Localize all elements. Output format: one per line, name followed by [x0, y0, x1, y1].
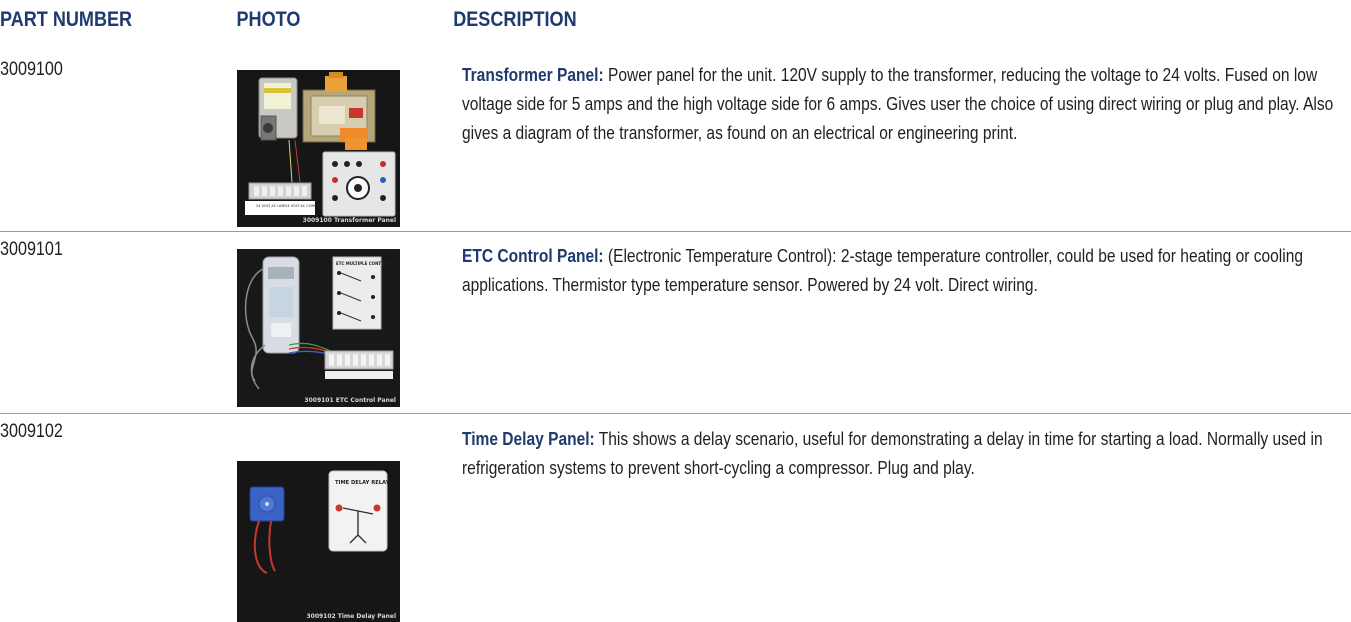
time-delay-panel-illustration: TIME DELAY RELAY	[237, 461, 400, 622]
product-description: Time Delay Panel: This shows a delay sce…	[462, 424, 1350, 482]
header-part-number: PART NUMBER	[0, 8, 133, 31]
photo-label-card: TIME DELAY RELAY	[335, 480, 390, 486]
product-photo-time-delay-panel: TIME DELAY RELAY 3009102 Time Delay Pane…	[237, 461, 400, 622]
table-row: 3009101 ETC MULTIPLE CONTROL 3009101 ETC…	[0, 232, 1351, 413]
part-number: 3009101	[0, 239, 63, 260]
product-description: ETC Control Panel: (Electronic Temperatu…	[462, 241, 1350, 299]
photo-label-card: ETC MULTIPLE CONTROL	[336, 261, 391, 266]
table-header: PART NUMBER PHOTO DESCRIPTION	[0, 8, 1162, 44]
header-photo: PHOTO	[236, 8, 301, 31]
photo-label-line: 24 VOLT AC LINE	[256, 204, 285, 208]
product-photo-etc-control-panel: ETC MULTIPLE CONTROL 3009101 ETC Control…	[237, 249, 400, 407]
photo-caption: 3009101 ETC Control Panel	[304, 397, 396, 404]
part-number: 3009102	[0, 421, 63, 442]
photo-caption: 3009100 Transformer Panel	[302, 217, 396, 224]
header-description: DESCRIPTION	[453, 8, 577, 31]
photo-caption: 3009102 Time Delay Panel	[306, 613, 396, 620]
photo-label-common: 24 VOLT AC COMMON	[285, 204, 323, 208]
etc-control-panel-illustration: ETC MULTIPLE CONTROL	[237, 249, 400, 407]
product-title: Transformer Panel:	[462, 64, 604, 85]
product-title: Time Delay Panel:	[462, 428, 595, 449]
transformer-panel-illustration: 24 VOLT AC LINE 24 VOLT AC COMMON	[237, 70, 400, 227]
product-description: Transformer Panel: Power panel for the u…	[462, 60, 1350, 147]
parts-catalog-page: PART NUMBER PHOTO DESCRIPTION 3009100 24…	[0, 0, 1351, 622]
table-row: 3009100 24 VOLT AC LINE 24 VOLT AC COMMO…	[0, 51, 1351, 231]
part-number: 3009100	[0, 59, 63, 80]
product-photo-transformer-panel: 24 VOLT AC LINE 24 VOLT AC COMMON 300910…	[237, 70, 400, 227]
table-row: 3009102 TIME DELAY RELAY 3009102 Time De…	[0, 414, 1351, 622]
product-title: ETC Control Panel:	[462, 245, 604, 266]
